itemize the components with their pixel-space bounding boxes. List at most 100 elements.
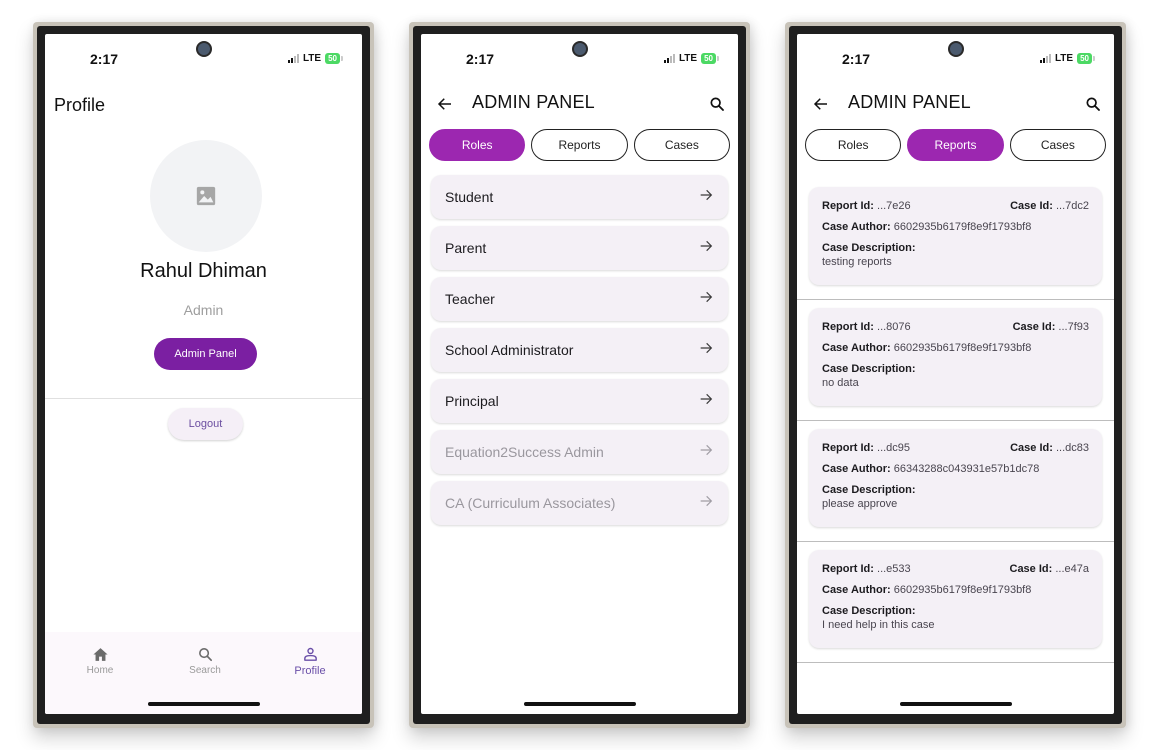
report-list-item: Report Id: ...e533 Case Id: ...e47a Case A… [797, 542, 1114, 663]
role-list-item[interactable]: Student [431, 175, 728, 219]
role-list-item[interactable]: Parent [431, 226, 728, 270]
role-list-item[interactable]: Equation2Success Admin [431, 430, 728, 474]
page-title: ADMIN PANEL [472, 92, 595, 112]
status-time: 2:17 [466, 51, 495, 67]
case-author-label: Case Author: [822, 342, 891, 354]
arrow-right-icon [698, 187, 714, 208]
case-author-value: 66343288c043931e57b1dc78 [893, 463, 1040, 475]
case-author-value: 6602935b6179f8e9f1793bf8 [893, 584, 1032, 596]
tab-reports[interactable]: Reports [907, 129, 1004, 161]
person-icon [303, 647, 317, 661]
reports-list: Report Id: ...7e26 Case Id: ...7dc2 Case A… [797, 179, 1114, 663]
case-description: Case Description: please approve [822, 484, 1089, 510]
case-description-label: Case Description: [822, 242, 916, 254]
signal-icon [287, 54, 299, 63]
search-icon [710, 97, 724, 111]
tab-roles[interactable]: Roles [429, 129, 526, 161]
avatar[interactable] [150, 140, 262, 252]
case-description: Case Description: I need help in this cas… [822, 605, 1089, 631]
phone-roles-screen: 2:17 LTE 50 ADMIN PANEL Roles Reports Ca… [409, 22, 750, 728]
phone-bezel: 2:17 LTE 50 ADMIN PANEL Roles Reports Ca… [789, 26, 1122, 724]
case-description-value: no data [822, 377, 859, 389]
home-indicator[interactable] [147, 702, 260, 706]
phone-bezel: 2:17 LTE 50 Profile Rahul Dhiman Admin A… [37, 26, 370, 724]
back-button[interactable] [809, 92, 833, 116]
tab-cases[interactable]: Cases [633, 129, 730, 161]
case-id-label: Case Id: [1012, 321, 1056, 333]
phone-bezel: 2:17 LTE 50 ADMIN PANEL Roles Reports Ca… [413, 26, 746, 724]
arrow-right-icon [698, 340, 714, 361]
case-author-value: 6602935b6179f8e9f1793bf8 [893, 342, 1032, 354]
report-id: Report Id: ...dc95 [822, 442, 910, 454]
report-id-label: Report Id: [822, 321, 874, 333]
nav-label-profile: Profile [294, 665, 326, 677]
role-list-item[interactable]: School Administrator [431, 328, 728, 372]
case-id-label: Case Id: [1010, 200, 1053, 212]
case-description: Case Description: testing reports [822, 242, 1089, 268]
search-icon [198, 648, 212, 662]
signal-icon [663, 54, 675, 63]
user-role: Admin [183, 302, 224, 318]
status-bar: 2:17 LTE 50 [45, 34, 362, 68]
role-label: Teacher [445, 291, 495, 307]
arrow-right-icon [698, 289, 714, 310]
battery-icon: 50 [1077, 53, 1095, 64]
report-card[interactable]: Report Id: ...e533 Case Id: ...e47a Case A… [809, 550, 1102, 648]
report-id-value: ...7e26 [877, 200, 911, 212]
home-indicator[interactable] [899, 702, 1012, 706]
admin-roles-screen: 2:17 LTE 50 ADMIN PANEL Roles Reports Ca… [421, 34, 738, 714]
case-id: Case Id: ...e47a [1010, 563, 1090, 575]
phone-profile-screen: 2:17 LTE 50 Profile Rahul Dhiman Admin A… [33, 22, 374, 728]
role-list-item[interactable]: Principal [431, 379, 728, 423]
case-id: Case Id: ...7dc2 [1010, 200, 1089, 212]
case-author-label: Case Author: [822, 584, 891, 596]
report-card[interactable]: Report Id: ...8076 Case Id: ...7f93 Case A… [809, 308, 1102, 406]
report-card[interactable]: Report Id: ...7e26 Case Id: ...7dc2 Case A… [809, 187, 1102, 285]
role-list-item[interactable]: CA (Curriculum Associates) [431, 481, 728, 525]
home-indicator[interactable] [523, 702, 636, 706]
home-icon [92, 648, 108, 661]
role-label: Principal [445, 393, 499, 409]
battery-icon: 50 [701, 53, 719, 64]
nav-item-home[interactable]: Home [60, 646, 140, 676]
report-id-value: ...e533 [877, 563, 911, 575]
search-button[interactable] [1082, 93, 1104, 115]
search-button[interactable] [706, 93, 728, 115]
case-id-value: ...e47a [1055, 563, 1089, 575]
tab-roles[interactable]: Roles [805, 129, 902, 161]
report-id-row: Report Id: ...8076 Case Id: ...7f93 [822, 321, 1089, 333]
case-author: Case Author: 6602935b6179f8e9f1793bf8 [822, 342, 1089, 354]
report-card[interactable]: Report Id: ...dc95 Case Id: ...dc83 Case A… [809, 429, 1102, 527]
status-time: 2:17 [842, 51, 871, 67]
role-label: CA (Curriculum Associates) [445, 495, 616, 511]
report-list-item: Report Id: ...8076 Case Id: ...7f93 Case A… [797, 300, 1114, 421]
signal-icon [1039, 54, 1051, 63]
case-description-value: please approve [822, 498, 898, 510]
nav-item-profile[interactable]: Profile [270, 646, 350, 677]
case-id: Case Id: ...dc83 [1010, 442, 1089, 454]
nav-item-search[interactable]: Search [165, 646, 245, 676]
search-icon [1086, 97, 1100, 111]
case-description-label: Case Description: [822, 363, 916, 375]
front-camera [197, 43, 210, 55]
arrow-left-icon [813, 98, 827, 110]
report-id-label: Report Id: [822, 442, 874, 454]
status-indicators: LTE 50 [663, 53, 719, 64]
tab-bar: Roles Reports Cases [429, 129, 730, 161]
case-id-label: Case Id: [1009, 563, 1053, 575]
tab-reports[interactable]: Reports [531, 129, 628, 161]
status-indicators: LTE 50 [287, 53, 343, 64]
tab-cases[interactable]: Cases [1009, 129, 1106, 161]
front-camera [949, 43, 962, 55]
profile-screen: 2:17 LTE 50 Profile Rahul Dhiman Admin A… [45, 34, 362, 714]
role-list-item[interactable]: Teacher [431, 277, 728, 321]
case-id-label: Case Id: [1010, 442, 1053, 454]
case-author-label: Case Author: [822, 463, 891, 475]
image-placeholder-icon [196, 186, 216, 206]
case-id: Case Id: ...7f93 [1013, 321, 1089, 333]
report-id-label: Report Id: [822, 563, 874, 575]
logout-button[interactable]: Logout [168, 408, 243, 440]
back-button[interactable] [433, 92, 457, 116]
network-label: LTE [302, 53, 322, 64]
admin-panel-button[interactable]: Admin Panel [154, 338, 257, 370]
